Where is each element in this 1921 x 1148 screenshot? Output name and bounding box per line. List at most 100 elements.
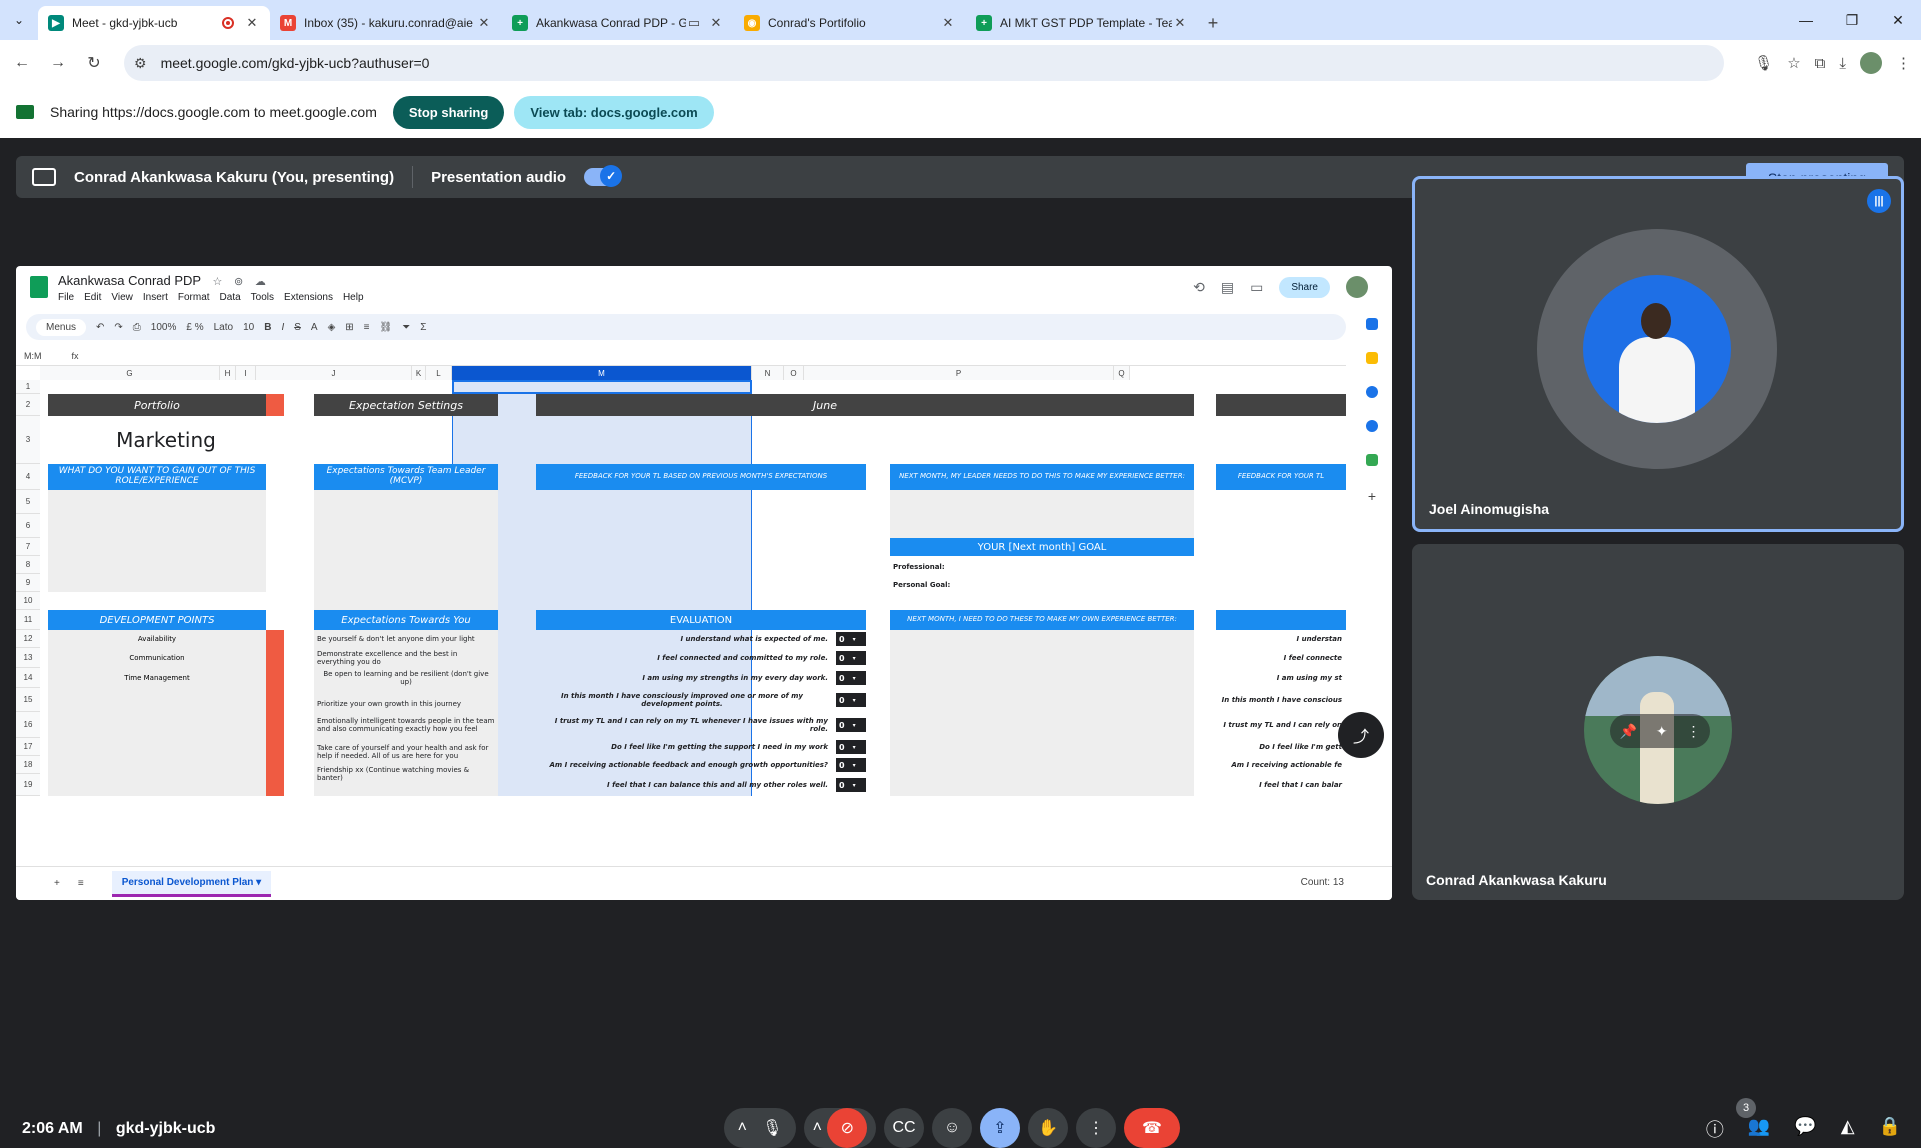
row-header: 15 (16, 688, 40, 712)
chat-icon[interactable]: 💬 (1794, 1116, 1816, 1142)
more-options-icon[interactable]: ⋮ (1687, 723, 1701, 740)
meet-stage: Conrad Akankwasa Kakuru (You, presenting… (0, 138, 1921, 1148)
tab-portfolio[interactable]: ◉ Conrad's Portifolio ✕ (734, 6, 966, 40)
bookmark-star-icon[interactable]: ☆ (1787, 54, 1800, 72)
download-icon[interactable]: ⤓ (1839, 55, 1846, 72)
site-info-icon[interactable]: ⚙ (134, 55, 147, 72)
raise-hand-button[interactable]: ✋ (1028, 1108, 1068, 1148)
forward-icon[interactable]: → (40, 54, 76, 72)
score-dropdown: 0 ▾ (836, 718, 866, 732)
sheet-tab-active: Personal Development Plan ▾ (111, 870, 272, 897)
row-header: 10 (16, 592, 40, 610)
evaluation-item-next: Am I receiving actionable fe (1231, 761, 1342, 769)
pin-icon[interactable]: 📌 (1619, 723, 1636, 740)
close-tab-icon[interactable]: ✕ (708, 15, 724, 31)
info-icon[interactable]: ⓘ (1706, 1116, 1724, 1142)
row-header: 18 (16, 756, 40, 774)
row-header: 11 (16, 610, 40, 630)
profile-avatar[interactable] (1860, 52, 1882, 74)
shared-screen: Akankwasa Conrad PDP ☆ ⊚ ☁ File Edit Vie… (16, 266, 1392, 900)
tab-meet[interactable]: ▶ Meet - gkd-yjbk-ucb ✕ (38, 6, 270, 40)
menu-data: Data (219, 292, 241, 303)
minimize-icon[interactable]: — (1783, 0, 1829, 40)
participant-tile[interactable]: ||| Joel Ainomugisha (1412, 176, 1904, 532)
tab-search-chevron-icon[interactable]: ⌄ (0, 0, 38, 40)
tab-template[interactable]: + AI MkT GST PDP Template - Tea ✕ (966, 6, 1198, 40)
back-icon[interactable]: ← (4, 54, 40, 72)
add-addon-icon: + (1367, 488, 1377, 504)
presentation-audio-toggle[interactable] (584, 165, 623, 187)
present-button[interactable]: ⇪ (980, 1108, 1020, 1148)
evaluation-item: I feel that I can balance this and all m… (607, 781, 828, 789)
presenter-label: Conrad Akankwasa Kakuru (You, presenting… (74, 168, 395, 186)
next-month-header (1216, 394, 1346, 416)
menu-format: Format (177, 292, 210, 303)
more-options-button[interactable]: ⋮ (1076, 1108, 1116, 1148)
row-header: 6 (16, 514, 40, 538)
evaluation-item-next: I feel connecte (1283, 654, 1342, 662)
sheet-grid: G H I J K L M N O P Q 1 2 3 4 5 6 7 8 9 … (16, 366, 1346, 866)
close-tab-icon[interactable]: ✕ (476, 15, 492, 31)
evaluation-item: Do I feel like I'm getting the support I… (611, 743, 828, 751)
menu-edit: Edit (84, 292, 102, 303)
portfolio-header: Portfolio (48, 394, 266, 416)
new-tab-button[interactable]: + (1198, 6, 1228, 40)
italic-icon: I (281, 321, 285, 333)
activities-icon[interactable]: ◭ (1841, 1116, 1855, 1142)
host-controls-icon[interactable]: 🔒 (1879, 1116, 1901, 1142)
menu-extensions: Extensions (284, 292, 333, 303)
people-icon[interactable]: 👥 (1748, 1116, 1770, 1142)
evaluation-item: I trust my TL and I can rely on my TL wh… (554, 717, 828, 733)
doc-title: Akankwasa Conrad PDP ☆ ⊚ ☁ (58, 273, 266, 288)
score-dropdown: 0 ▾ (836, 671, 866, 685)
col-header: K (412, 366, 426, 380)
close-tab-icon[interactable]: ✕ (1172, 15, 1188, 31)
chevron-up-icon[interactable]: ˄ (738, 1119, 747, 1137)
browser-menu-icon[interactable]: ⋮ (1896, 54, 1911, 72)
row-header: 2 (16, 394, 40, 416)
reactions-button[interactable]: ☺ (932, 1108, 972, 1148)
camera-button[interactable]: ˄ ⊘ (804, 1108, 876, 1148)
restore-icon[interactable]: ❐ (1829, 0, 1875, 40)
history-icon: ⟲ (1193, 278, 1205, 295)
tile-hover-controls: 📌 ✦ ⋮ (1610, 714, 1710, 748)
captions-button[interactable]: CC (884, 1108, 924, 1148)
divider (412, 166, 414, 188)
chevron-up-icon[interactable]: ˄ (813, 1119, 822, 1137)
microphone-button[interactable]: ˄ 🎙 (724, 1108, 796, 1148)
doc-title-text: Akankwasa Conrad PDP (58, 273, 201, 288)
window-controls: — ❐ ✕ (1783, 0, 1921, 40)
towards-you-item: Prioritize your own growth in this journ… (317, 699, 462, 708)
score-dropdown: 0 ▾ (836, 758, 866, 772)
evaluation-item-next: In this month I have conscious (1221, 696, 1342, 704)
close-tab-icon[interactable]: ✕ (940, 15, 956, 31)
effects-icon[interactable]: ✦ (1656, 723, 1668, 740)
view-tab-button[interactable]: View tab: docs.google.com (514, 95, 714, 129)
dropdown-caret-icon: ▾ (852, 781, 856, 789)
link-icon: ⛓ (379, 321, 393, 333)
next-me-area (890, 630, 1194, 796)
june-label: June (813, 398, 837, 412)
row-header: 7 (16, 538, 40, 556)
row-header: 4 (16, 464, 40, 490)
strike-icon: S (294, 321, 301, 333)
more-vert-icon: ⋮ (1088, 1120, 1104, 1137)
fill-icon: ◈ (327, 321, 336, 333)
tab-sheets-pdp[interactable]: + Akankwasa Conrad PDP - G ▭ ✕ (502, 6, 734, 40)
url-bar[interactable]: ⚙ meet.google.com/gkd-yjbk-ucb?authuser=… (124, 45, 1724, 81)
leave-call-button[interactable]: ☎ (1124, 1108, 1180, 1148)
meeting-info: 2:06 AM | gkd-yjbk-ucb (22, 1120, 215, 1138)
screen-share-icon (16, 105, 34, 119)
reload-icon[interactable]: ↻ (76, 53, 112, 73)
close-window-icon[interactable]: ✕ (1875, 0, 1921, 40)
mic-icon[interactable]: 🎙 (1754, 54, 1773, 72)
extensions-icon[interactable]: ⧉ (1815, 55, 1826, 72)
development-points-header: DEVELOPMENT POINTS (48, 610, 266, 630)
share-fab-icon[interactable]: ⤴ (1338, 712, 1384, 758)
close-tab-icon[interactable]: ✕ (244, 15, 260, 31)
participant-tile-self[interactable]: 📌 ✦ ⋮ Conrad Akankwasa Kakuru (1412, 544, 1904, 900)
stop-sharing-button[interactable]: Stop sharing (392, 95, 505, 129)
feedback-tl-short: FEEDBACK FOR YOUR TL (1216, 464, 1346, 490)
gmail-favicon-icon: M (280, 15, 296, 31)
tab-gmail[interactable]: M Inbox (35) - kakuru.conrad@aie ✕ (270, 6, 502, 40)
